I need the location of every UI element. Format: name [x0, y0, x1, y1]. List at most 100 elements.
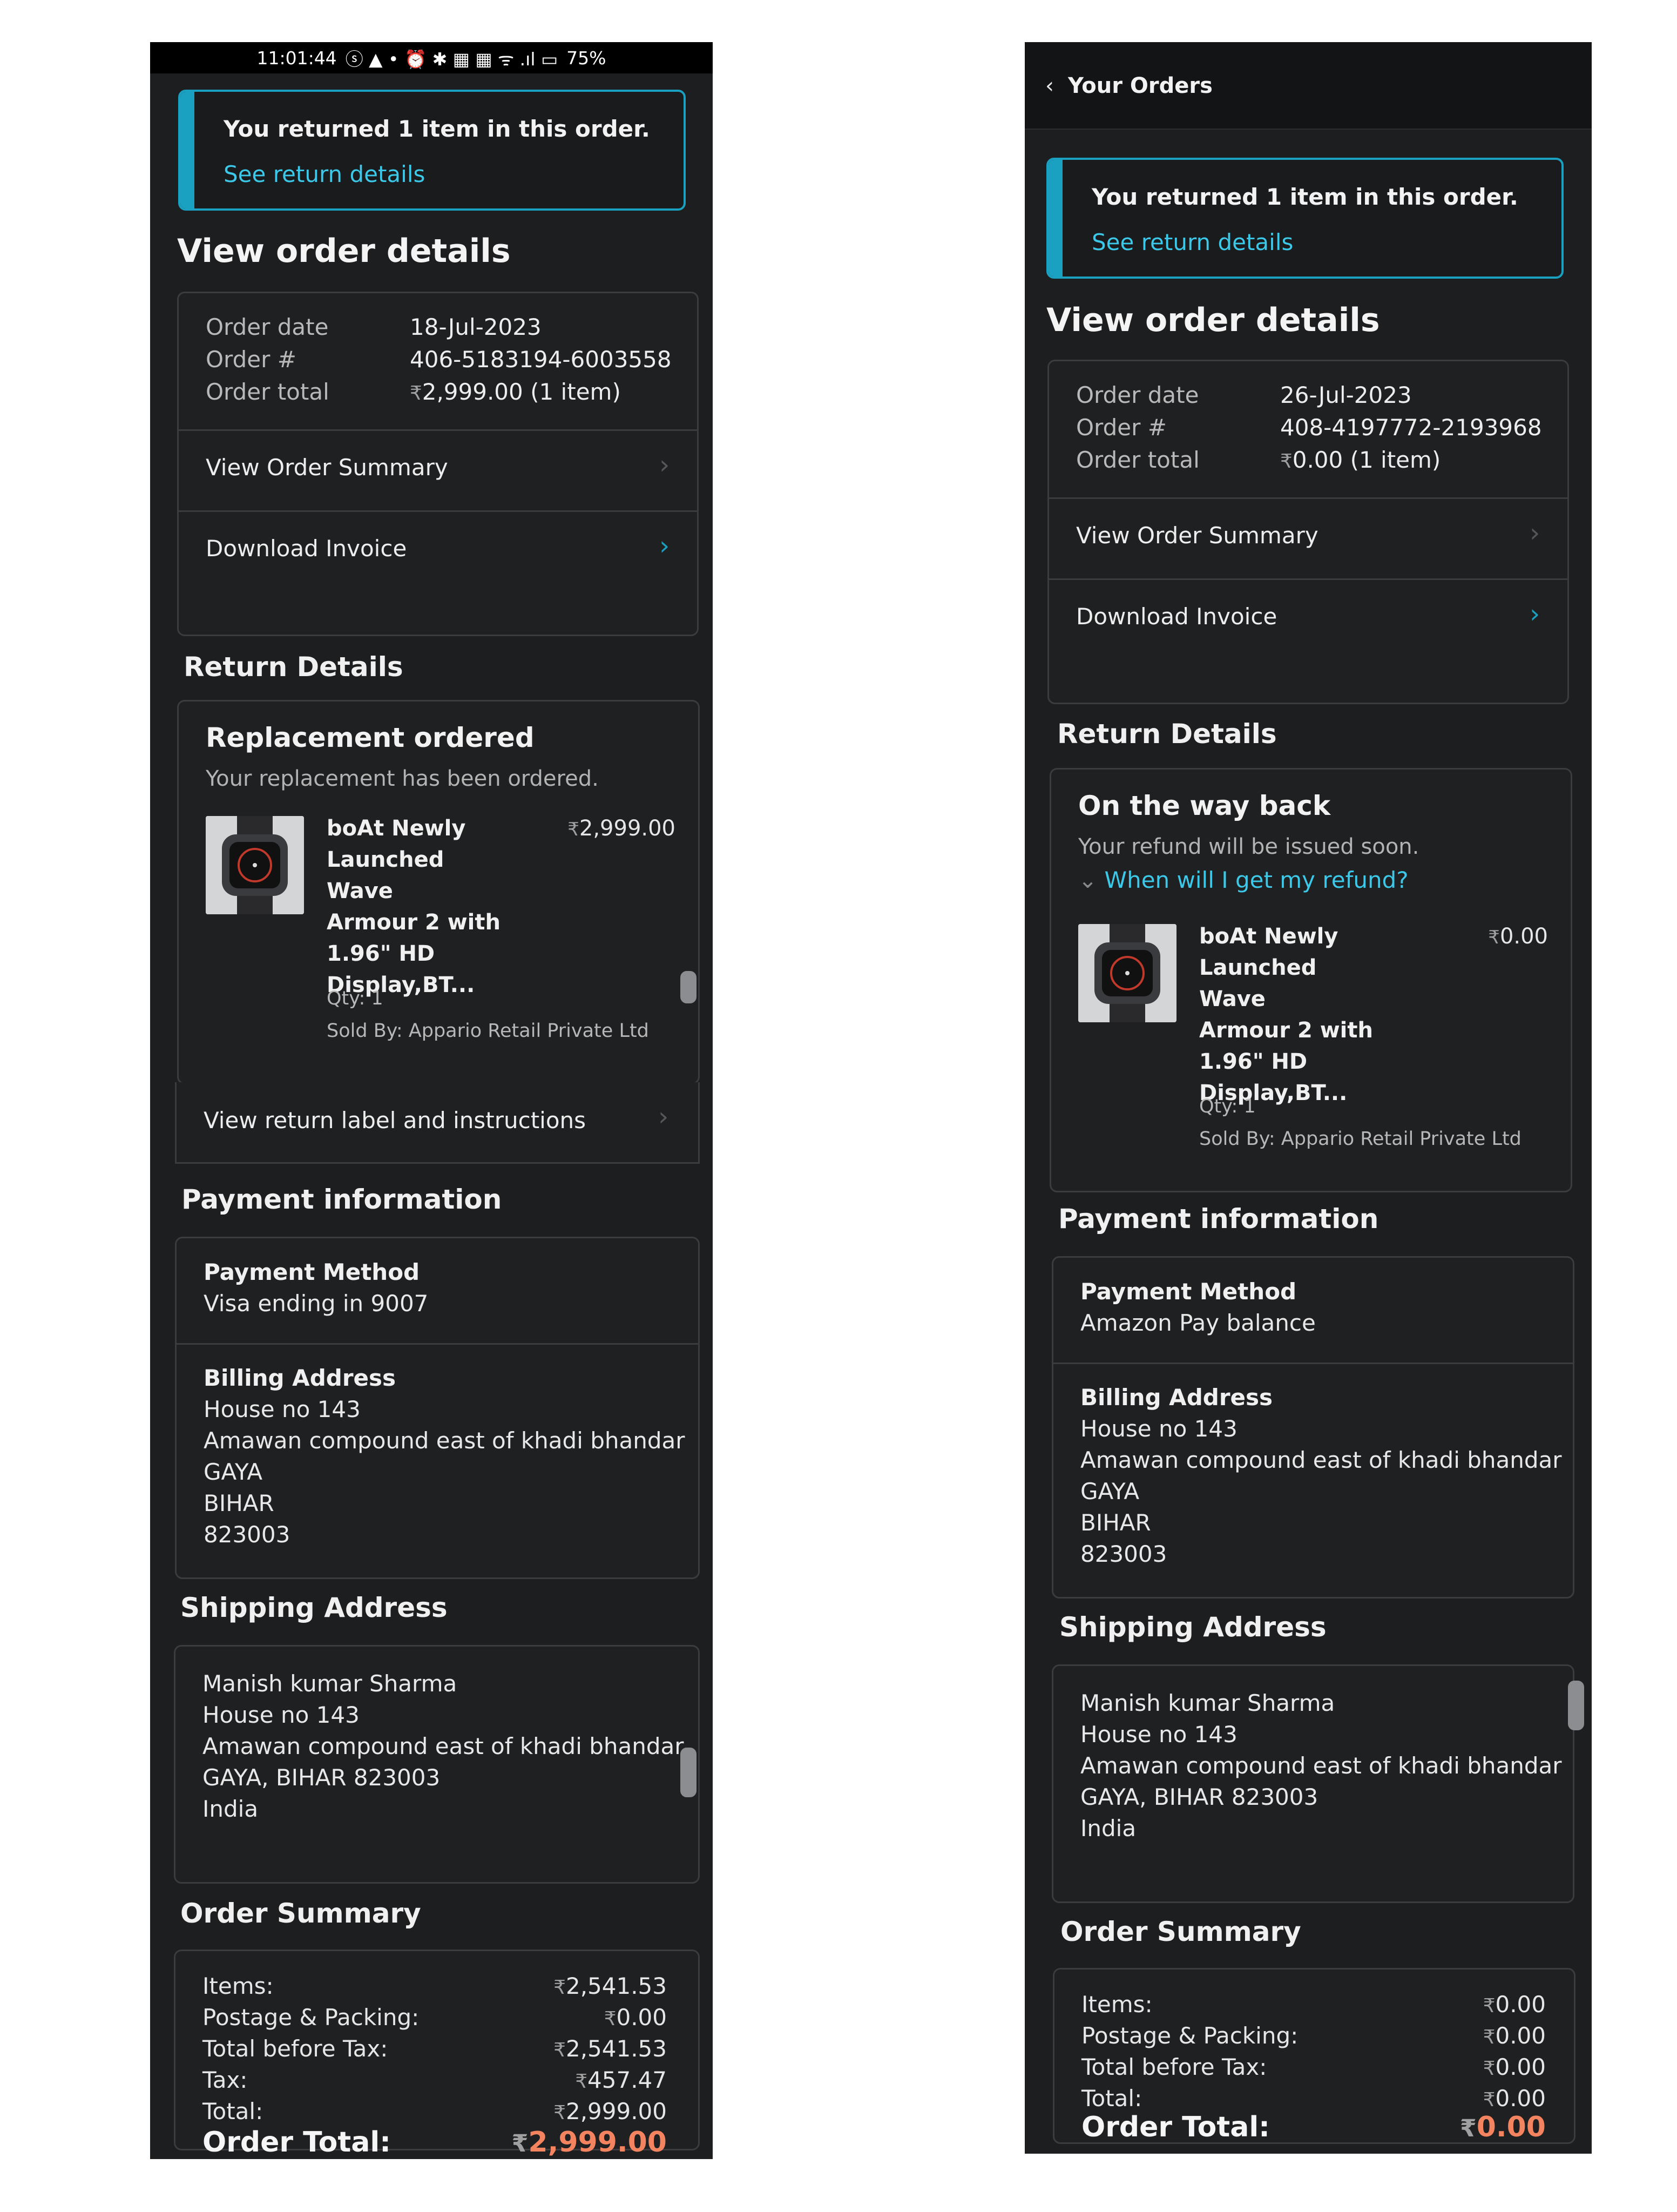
- summary-amount: 0.00: [616, 2004, 667, 2031]
- scrollbar-thumb[interactable]: [680, 971, 697, 1003]
- product-thumbnail[interactable]: [206, 816, 304, 914]
- alert-message: You returned 1 item in this order.: [1092, 184, 1518, 210]
- billing-line: House no 143: [204, 1396, 361, 1422]
- download-invoice-button[interactable]: Download Invoice: [206, 535, 407, 562]
- order-info-card: Order date 26-Jul-2023 Order # 408-41977…: [1047, 360, 1569, 704]
- battery-level: 75%: [566, 47, 606, 69]
- order-total-label: Order total: [1076, 447, 1200, 473]
- order-total-value: ₹2,999.00: [478, 2126, 667, 2159]
- order-number-value: 408-4197772-2193968: [1280, 414, 1542, 441]
- billing-address-label: Billing Address: [204, 1365, 396, 1391]
- shipping-name: Manish kumar Sharma: [202, 1670, 457, 1697]
- summary-label: Items:: [202, 1973, 274, 1999]
- billing-line: Amawan compound east of khadi bhandar: [1080, 1447, 1562, 1473]
- order-total-items: (1 item): [1343, 447, 1441, 473]
- scrollbar-thumb[interactable]: [680, 1748, 697, 1797]
- payment-method-value: Visa ending in 9007: [204, 1290, 429, 1317]
- order-total-amount: 2,999.00: [422, 379, 523, 405]
- page-title: View order details: [177, 232, 511, 270]
- chevron-right-icon: ›: [1530, 518, 1540, 548]
- divider: [1049, 578, 1567, 580]
- back-chevron-icon[interactable]: ‹: [1045, 73, 1054, 98]
- alert-accent-bar: [180, 92, 194, 208]
- your-orders-link[interactable]: Your Orders: [1068, 73, 1213, 98]
- rupee-icon: ₹: [1488, 927, 1500, 948]
- shipping-line: GAYA, BIHAR 823003: [202, 1764, 441, 1791]
- rupee-icon: ₹: [567, 819, 579, 840]
- product-name-line: boAt Newly: [327, 816, 466, 841]
- see-return-details-link[interactable]: See return details: [224, 161, 425, 187]
- summary-label: Tax:: [202, 2067, 248, 2093]
- order-number-label: Order #: [206, 346, 296, 373]
- product-name-line: Launched Wave: [327, 847, 444, 903]
- product-name[interactable]: boAt Newly Launched Wave Armour 2 with 1…: [1199, 921, 1388, 1109]
- order-date-label: Order date: [206, 314, 329, 340]
- payment-card: Payment Method Amazon Pay balance Billin…: [1052, 1256, 1574, 1599]
- payment-heading: Payment information: [181, 1184, 502, 1215]
- billing-line: GAYA: [204, 1459, 263, 1485]
- billing-line: 823003: [1080, 1541, 1167, 1567]
- summary-label: Total before Tax:: [202, 2035, 388, 2062]
- shipping-line: Amawan compound east of khadi bhandar: [1080, 1752, 1562, 1779]
- product-price-amount: 2,999.00: [579, 816, 675, 841]
- order-info-card: Order date 18-Jul-2023 Order # 406-51831…: [177, 292, 699, 636]
- order-summary-heading: Order Summary: [180, 1898, 421, 1929]
- watch-thumbnail: [1078, 924, 1176, 1022]
- rupee-icon: ₹: [604, 2008, 617, 2030]
- see-return-details-link[interactable]: See return details: [1092, 229, 1293, 255]
- product-qty: Qty: 1: [1199, 1096, 1256, 1117]
- summary-amount: 2,541.53: [565, 2035, 667, 2062]
- shipping-heading: Shipping Address: [180, 1592, 448, 1623]
- product-price: ₹2,999.00: [524, 816, 675, 841]
- view-return-label-button[interactable]: View return label and instructions: [204, 1107, 586, 1134]
- product-name-line: Armour 2 with: [1199, 1018, 1373, 1043]
- right-screen: ‹ Your Orders You returned 1 item in thi…: [1025, 42, 1592, 2154]
- chevron-right-icon: ›: [658, 1102, 669, 1132]
- left-screen: 11:01:44 ⓢ ▲ • ⏰ ✱ ▦ ▦ ᯤ .ıl ▭ 75% You r…: [150, 42, 713, 2159]
- refund-info-toggle[interactable]: ⌄ When will I get my refund?: [1078, 867, 1409, 893]
- billing-line: Amawan compound east of khadi bhandar: [204, 1427, 685, 1454]
- product-name[interactable]: boAt Newly Launched Wave Armour 2 with 1…: [327, 813, 516, 1001]
- product-name-line: 1.96" HD: [327, 941, 435, 966]
- product-seller: Sold By: Appario Retail Private Ltd: [1199, 1128, 1522, 1150]
- summary-value: ₹0.00: [478, 2004, 667, 2031]
- order-total-label: Order total: [206, 379, 329, 405]
- rupee-icon: ₹: [1483, 2026, 1496, 2048]
- chevron-right-icon: ›: [659, 450, 670, 480]
- rupee-icon: ₹: [575, 2071, 588, 2093]
- order-summary-card: Items: ₹2,541.53 Postage & Packing: ₹0.0…: [174, 1950, 700, 2159]
- return-label-row[interactable]: View return label and instructions ›: [175, 1082, 700, 1164]
- summary-value: ₹2,541.53: [478, 2035, 667, 2062]
- return-card: Replacement ordered Your replacement has…: [177, 700, 700, 1084]
- shipping-card: Manish kumar Sharma House no 143 Amawan …: [1052, 1664, 1574, 1903]
- product-name-line: Armour 2 with: [327, 910, 501, 935]
- order-total-value: ₹2,999.00 (1 item): [410, 379, 621, 405]
- order-date-value: 26-Jul-2023: [1280, 382, 1412, 408]
- return-status-title: On the way back: [1078, 790, 1331, 821]
- download-invoice-button[interactable]: Download Invoice: [1076, 603, 1277, 630]
- summary-label: Total:: [1081, 2085, 1142, 2112]
- order-total-amount: 0.00: [1292, 447, 1343, 473]
- order-total-items: (1 item): [523, 379, 621, 405]
- order-summary-card: Items: ₹0.00 Postage & Packing: ₹0.00 To…: [1053, 1968, 1575, 2144]
- payment-card: Payment Method Visa ending in 9007 Billi…: [175, 1237, 700, 1579]
- chevron-down-icon: ⌄: [1078, 867, 1105, 893]
- view-order-summary-button[interactable]: View Order Summary: [206, 454, 448, 481]
- view-order-summary-button[interactable]: View Order Summary: [1076, 522, 1318, 549]
- scrollbar-thumb[interactable]: [1568, 1681, 1584, 1730]
- alert-accent-bar: [1049, 160, 1063, 276]
- shipping-name: Manish kumar Sharma: [1080, 1690, 1335, 1716]
- summary-value: ₹0.00: [1357, 2085, 1546, 2112]
- return-status-title: Replacement ordered: [206, 722, 535, 753]
- page-title: View order details: [1046, 301, 1380, 339]
- chevron-right-icon: ›: [1530, 599, 1540, 629]
- product-price: ₹0.00: [1397, 924, 1548, 949]
- product-thumbnail[interactable]: [1078, 924, 1176, 1022]
- order-total-label: Order Total:: [1081, 2111, 1270, 2143]
- summary-label: Postage & Packing:: [202, 2004, 420, 2031]
- shipping-line: Amawan compound east of khadi bhandar: [202, 1733, 684, 1759]
- divider: [177, 1343, 698, 1345]
- summary-value: ₹0.00: [1357, 2054, 1546, 2080]
- order-date-label: Order date: [1076, 382, 1199, 408]
- order-total-label: Order Total:: [202, 2126, 391, 2159]
